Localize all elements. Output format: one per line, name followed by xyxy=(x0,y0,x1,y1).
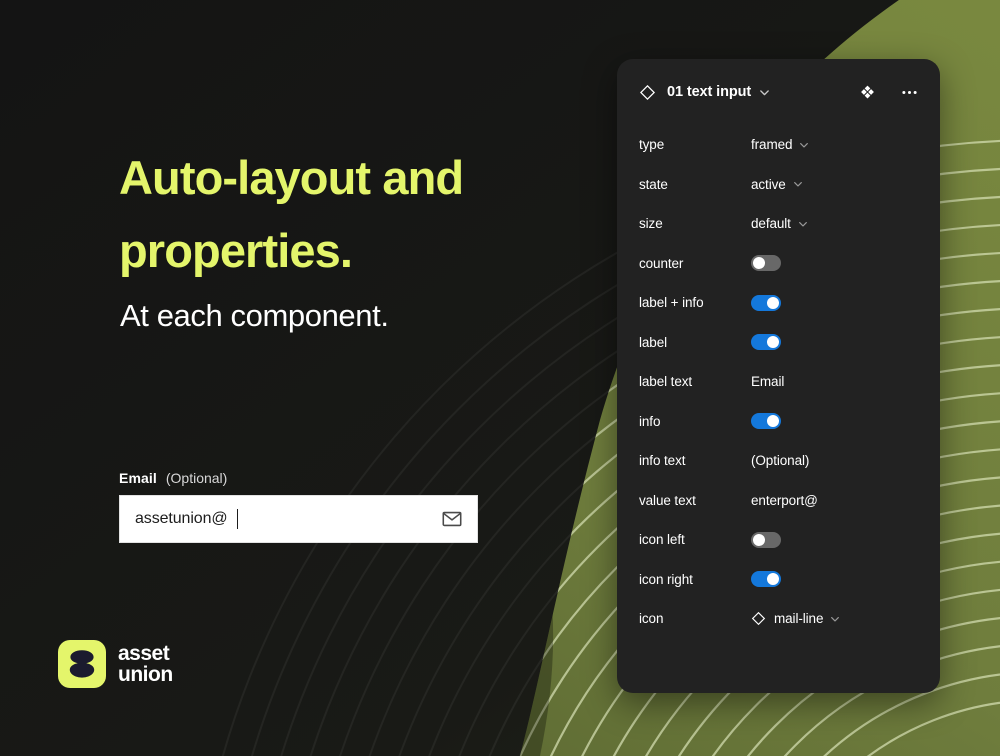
property-row-label-text[interactable]: label text Email xyxy=(639,362,918,402)
property-label: label text xyxy=(639,374,693,390)
property-value: mail-line xyxy=(774,611,824,627)
property-label: value text xyxy=(639,492,696,508)
headline-line-2: properties. xyxy=(119,224,353,277)
property-row-icon[interactable]: icon mail-line xyxy=(639,599,918,639)
toggle-knob xyxy=(767,415,779,428)
property-value: framed xyxy=(751,137,793,153)
logo-word-line-2: union xyxy=(118,663,173,686)
icon-right-toggle[interactable] xyxy=(751,571,781,588)
headline-line-1: Auto-layout and xyxy=(119,151,464,204)
property-label: icon left xyxy=(639,532,685,548)
toggle-knob xyxy=(753,257,765,270)
icon-left-toggle[interactable] xyxy=(751,531,781,548)
property-label: label xyxy=(639,334,668,350)
chevron-down-icon[interactable] xyxy=(793,179,803,189)
property-value: active xyxy=(751,176,786,192)
hourglass-glyph-icon xyxy=(69,650,95,678)
chevron-down-icon[interactable] xyxy=(830,614,840,624)
property-label: state xyxy=(639,176,668,192)
hero-section: Auto-layout and properties. At each comp… xyxy=(0,0,600,756)
email-field-label: Email xyxy=(119,470,157,486)
email-input-value: assetunion@ xyxy=(135,510,228,527)
property-label: info xyxy=(639,413,661,429)
page-subtitle: At each component. xyxy=(120,298,389,333)
property-value: enterport@ xyxy=(751,492,818,508)
more-options-icon[interactable] xyxy=(901,85,918,100)
info-text-value[interactable]: (Optional) xyxy=(751,453,809,468)
panel-header: 01 text input xyxy=(639,59,918,117)
property-label: info text xyxy=(639,453,686,469)
property-rows: type framed state active size default co… xyxy=(639,117,918,639)
toggle-knob xyxy=(767,296,779,309)
counter-toggle[interactable] xyxy=(751,255,781,272)
value-text-value[interactable]: enterport@ xyxy=(751,493,818,508)
toggle-knob xyxy=(767,336,779,349)
label-plus-info-toggle[interactable] xyxy=(751,294,781,311)
property-row-label[interactable]: label xyxy=(639,323,918,363)
email-field-demo: Email (Optional) assetunion@ xyxy=(119,470,478,543)
canvas: Auto-layout and properties. At each comp… xyxy=(0,0,1000,756)
property-row-info[interactable]: info xyxy=(639,402,918,442)
email-field-label-row: Email (Optional) xyxy=(119,470,478,486)
property-row-size[interactable]: size default xyxy=(639,204,918,244)
property-value: default xyxy=(751,216,791,232)
property-row-icon-left[interactable]: icon left xyxy=(639,520,918,560)
mail-line-icon[interactable] xyxy=(441,508,463,530)
email-field-info-text: (Optional) xyxy=(165,470,228,486)
properties-panel: 01 text input type framed state active s… xyxy=(617,59,940,693)
property-label: label + info xyxy=(639,295,704,311)
property-select[interactable]: active xyxy=(751,177,803,192)
chevron-down-icon[interactable] xyxy=(759,87,770,98)
property-select[interactable]: default xyxy=(751,216,808,231)
chevron-down-icon[interactable] xyxy=(798,219,808,229)
property-row-label-plus-info[interactable]: label + info xyxy=(639,283,918,323)
logo: asset union xyxy=(58,640,173,688)
property-label: icon xyxy=(639,611,664,627)
property-row-icon-right[interactable]: icon right xyxy=(639,560,918,600)
toggle-knob xyxy=(767,573,779,586)
component-diamond-icon xyxy=(639,84,656,100)
label-text-value[interactable]: Email xyxy=(751,374,784,389)
asset-union-mark-icon xyxy=(58,640,106,688)
property-label: type xyxy=(639,137,665,153)
component-diamond-icon xyxy=(751,612,766,626)
info-toggle[interactable] xyxy=(751,413,781,430)
property-value: Email xyxy=(751,374,785,390)
panel-title: 01 text input xyxy=(667,84,752,100)
swap-component-icon[interactable] xyxy=(860,85,875,100)
property-row-info-text[interactable]: info text (Optional) xyxy=(639,441,918,481)
label-toggle[interactable] xyxy=(751,334,781,351)
email-input[interactable]: assetunion@ xyxy=(119,495,478,543)
chevron-down-icon[interactable] xyxy=(799,140,809,150)
logo-word-line-1: asset xyxy=(118,642,170,665)
property-value: (Optional) xyxy=(751,453,810,469)
page-title: Auto-layout and properties. xyxy=(119,141,549,287)
logo-wordmark: asset union xyxy=(118,643,173,685)
property-row-state[interactable]: state active xyxy=(639,165,918,205)
icon-instance-select[interactable]: mail-line xyxy=(751,611,840,626)
toggle-knob xyxy=(753,533,765,546)
property-row-type[interactable]: type framed xyxy=(639,125,918,165)
property-label: icon right xyxy=(639,571,693,587)
property-label: size xyxy=(639,216,663,232)
property-label: counter xyxy=(639,255,684,271)
property-select[interactable]: framed xyxy=(751,137,809,152)
property-row-counter[interactable]: counter xyxy=(639,244,918,284)
property-row-value-text[interactable]: value text enterport@ xyxy=(639,481,918,521)
text-caret xyxy=(236,509,238,529)
